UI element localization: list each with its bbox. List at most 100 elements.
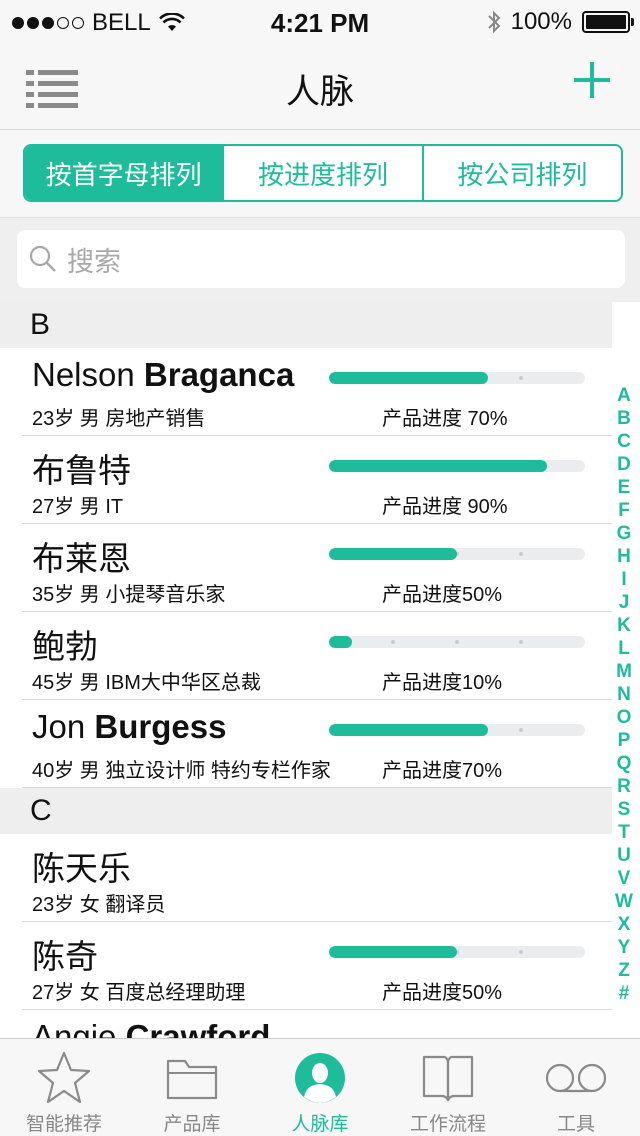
index-letter[interactable]: Y [618,936,631,959]
progress-bar [329,460,585,472]
index-letter[interactable]: C [617,430,631,453]
tab-recommend[interactable]: 智能推荐 [0,1039,128,1136]
index-letter[interactable]: T [618,821,630,844]
index-letter[interactable]: D [617,453,631,476]
contact-name: 陈奇 [32,938,98,975]
search-bar: 搜索 [0,218,640,302]
index-letter[interactable]: Z [618,959,630,982]
progress-tick [519,640,523,644]
index-letter[interactable]: H [617,545,631,568]
contact-row[interactable]: 鲍勃 45岁 男 IBM大中华区总裁 产品进度10% [22,612,612,700]
nav-bar: 人脉 [0,42,640,130]
index-letter[interactable]: B [617,407,631,430]
page-title: 人脉 [286,73,354,111]
index-letter[interactable]: A [617,384,631,407]
contact-row[interactable]: 陈天乐 23岁 女 翻译员 [22,834,612,922]
battery-icon [582,11,634,33]
progress-tick [391,640,395,644]
sort-by-initial-tab[interactable]: 按首字母排列 [25,146,223,200]
index-letter[interactable]: Q [617,752,632,775]
person-icon [295,1053,345,1103]
contact-info: 23岁 女 翻译员 [32,894,166,916]
tab-label: 工具 [556,1114,595,1135]
tab-products[interactable]: 产品库 [128,1039,256,1136]
progress-label: 产品进度 70% [382,408,508,430]
contact-name: Angie Crawford [32,1018,271,1038]
sort-by-company-tab[interactable]: 按公司排列 [421,146,621,200]
tab-label: 智能推荐 [25,1114,102,1135]
index-letter[interactable]: M [616,660,632,683]
contact-name: 陈天乐 [32,850,131,887]
progress-tick [519,950,523,954]
tools-icon [545,1063,607,1093]
contact-row[interactable]: Angie Crawford [22,1010,612,1038]
contact-info: 45岁 男 IBM大中华区总裁 [32,672,261,694]
contact-info: 23岁 男 房地产销售 [32,408,206,430]
progress-label: 产品进度50% [382,982,503,1004]
folder-icon [166,1059,218,1100]
contact-name: 鲍勃 [32,628,98,665]
contact-list[interactable]: B Nelson Braganca 23岁 男 房地产销售 产品进度 70% 布… [0,302,612,1038]
contact-name: 布鲁特 [32,452,131,489]
tab-contacts[interactable]: 人脉库 [256,1039,384,1136]
index-letter[interactable]: L [618,637,630,660]
index-letter[interactable]: S [618,798,631,821]
index-letter[interactable]: P [618,729,631,752]
book-icon [422,1055,474,1102]
battery-percent: 100% [510,8,572,35]
contact-name: Nelson Braganca [32,356,295,393]
index-letter[interactable]: E [618,476,631,499]
tab-tools[interactable]: 工具 [512,1039,640,1136]
tab-workflow[interactable]: 工作流程 [384,1039,512,1136]
contact-row[interactable]: Nelson Braganca 23岁 男 房地产销售 产品进度 70% [22,348,612,436]
status-bar: BELL 4:21 PM 100% [0,0,640,42]
contact-row[interactable]: Jon Burgess 40岁 男 独立设计师 特约专栏作家 产品进度70% [22,700,612,788]
progress-bar [329,636,585,648]
progress-bar [329,548,585,560]
index-letter[interactable]: K [617,614,631,637]
contact-info: 35岁 男 小提琴音乐家 [32,584,226,606]
status-right: 100% [487,8,634,36]
index-letter[interactable]: X [618,913,631,936]
index-letter[interactable]: F [618,499,630,522]
index-letter[interactable]: J [619,591,630,614]
sort-segmented-control: 按首字母排列 按进度排列 按公司排列 [23,144,623,202]
index-letter[interactable]: O [617,706,632,729]
index-letter[interactable]: V [618,867,631,890]
tab-bar: 智能推荐 产品库 人脉库 工作流程 工具 [0,1038,640,1136]
tab-label: 工作流程 [409,1114,486,1135]
progress-tick [519,376,523,380]
index-letter[interactable]: I [621,568,626,591]
progress-tick [519,728,523,732]
index-letter[interactable]: N [617,683,631,706]
progress-bar [329,372,585,384]
tab-label: 人脉库 [291,1114,349,1135]
alphabet-index[interactable]: A B C D E F G H I J K L M N O P Q R S T U V W X Y Z # [612,384,636,1005]
index-letter[interactable]: G [617,522,632,545]
progress-bar [329,724,585,736]
progress-label: 产品进度10% [382,672,503,694]
progress-tick [519,552,523,556]
search-input[interactable]: 搜索 [17,230,625,288]
search-placeholder: 搜索 [67,246,121,277]
index-letter[interactable]: W [615,890,633,913]
progress-bar [329,946,585,958]
progress-tick [455,640,459,644]
index-letter[interactable]: # [619,982,630,1005]
section-header-b: B [0,302,612,348]
contact-row[interactable]: 布莱恩 35岁 男 小提琴音乐家 产品进度50% [22,524,612,612]
index-letter[interactable]: U [617,844,631,867]
contact-info: 40岁 男 独立设计师 特约专栏作家 [32,760,331,782]
tab-label: 产品库 [163,1114,221,1135]
progress-label: 产品进度 90% [382,496,508,518]
bluetooth-icon [487,10,501,34]
search-icon [29,245,56,272]
contact-row[interactable]: 陈奇 27岁 女 百度总经理助理 产品进度50% [22,922,612,1010]
sort-by-progress-tab[interactable]: 按进度排列 [222,146,421,200]
progress-label: 产品进度50% [382,584,503,606]
index-letter[interactable]: R [617,775,631,798]
add-contact-icon[interactable] [574,62,610,98]
contact-info: 27岁 男 IT [32,496,124,518]
star-icon [37,1051,91,1104]
contact-row[interactable]: 布鲁特 27岁 男 IT 产品进度 90% [22,436,612,524]
